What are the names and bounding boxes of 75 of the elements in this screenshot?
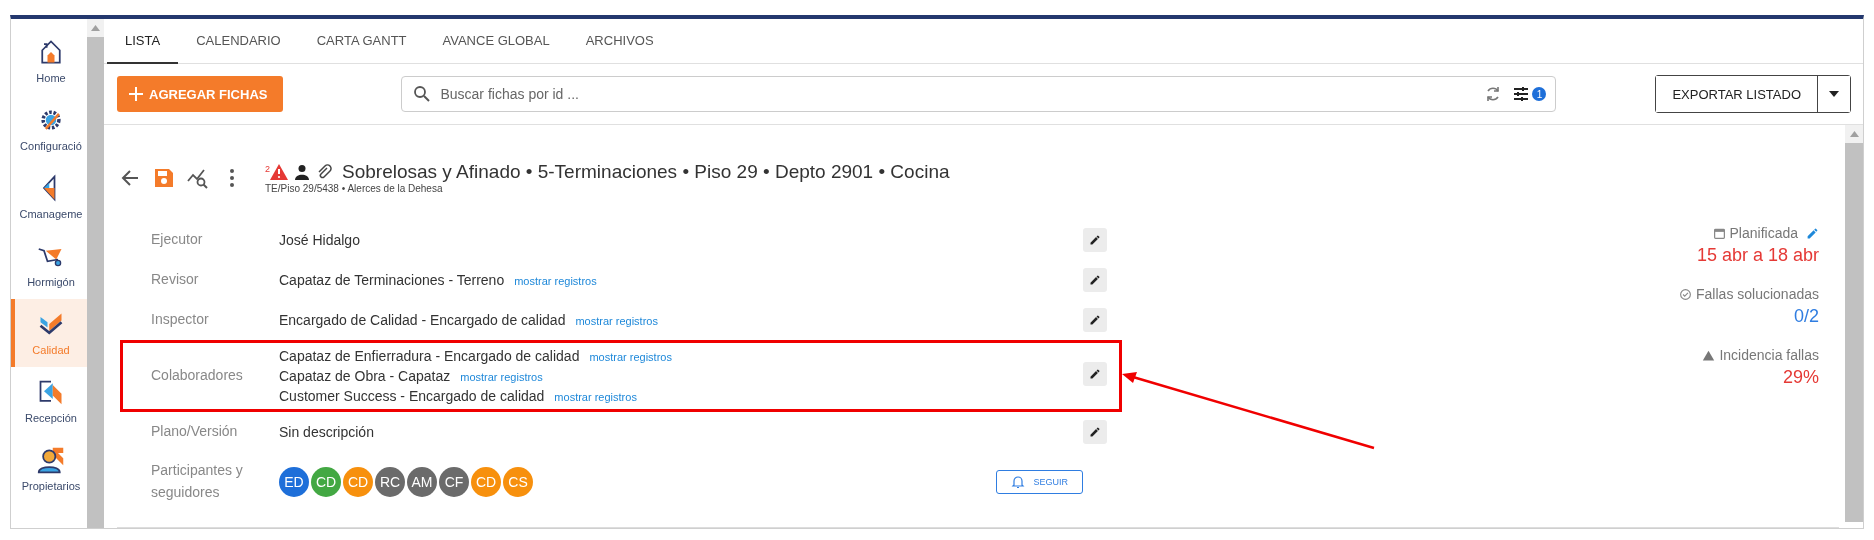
export-button[interactable]: EXPORTAR LISTADO (1656, 76, 1818, 112)
show-records-link[interactable]: mostrar registros (460, 371, 543, 383)
edit-button[interactable] (1083, 362, 1107, 386)
bell-icon (1011, 474, 1026, 489)
person-icon (37, 446, 65, 474)
avatar[interactable]: AM (407, 466, 437, 497)
field-value: Capataz de Enfierradura - Encargado de calidad (279, 348, 580, 364)
field-value: José Hidalgo (279, 232, 360, 248)
field-label: Inspector (151, 310, 210, 330)
show-records-link[interactable]: mostrar registros (514, 275, 597, 287)
scrollbar[interactable] (1845, 125, 1863, 522)
check-circle-icon (1679, 287, 1693, 301)
edit-button[interactable] (1083, 420, 1107, 444)
field-label: Colaboradores (151, 366, 244, 386)
sidebar-item[interactable]: Hormigón (11, 231, 87, 299)
show-records-link[interactable]: mostrar registros (554, 391, 637, 403)
door-arrow-icon (37, 378, 65, 406)
tab[interactable]: ARCHIVOS (567, 19, 672, 64)
save-icon[interactable] (153, 166, 175, 189)
follow-button[interactable]: SEGUIR (996, 469, 1083, 494)
scroll-up-icon (1849, 131, 1859, 137)
calendar-icon (1712, 226, 1726, 240)
show-records-link[interactable]: mostrar registros (589, 351, 672, 363)
warning-icon (270, 164, 288, 180)
field-label: Participantes y seguidores (151, 461, 244, 502)
sidebar-item[interactable]: Configuració (11, 95, 87, 163)
field-value: Capataz de Obra - Capataz (279, 368, 451, 384)
sidebar-item[interactable]: Propietarios (11, 435, 87, 503)
edit-button[interactable] (1083, 308, 1107, 332)
field-value: Customer Success - Encargado de calidad (279, 388, 545, 404)
plus-icon (129, 87, 143, 101)
show-records-link[interactable]: mostrar registros (575, 315, 658, 327)
scroll-up-icon (91, 25, 100, 31)
sidebar-item[interactable]: Cmanageme (11, 163, 87, 231)
field-value: Encargado de Calidad - Encargado de calidad (279, 312, 566, 328)
sidebar-item[interactable]: Home (11, 27, 87, 95)
tab[interactable]: LISTA (107, 19, 179, 64)
record-subtitle: TE/Piso 29/5438 • Alerces de la Dehesa (265, 183, 444, 194)
avatar[interactable]: RC (375, 466, 405, 497)
pencil-icon (1089, 368, 1101, 380)
scrollbar[interactable] (87, 19, 104, 528)
stat-label: Incidencia fallas (1719, 347, 1819, 363)
paperclip-icon (316, 164, 332, 180)
stat-value: 29% (1782, 367, 1819, 388)
stat-label: Fallas solucionadas (1696, 286, 1819, 302)
avatar[interactable]: CD (311, 466, 341, 497)
alert-count: 2 (265, 164, 270, 174)
pencil-icon (1089, 234, 1101, 246)
field-value: Sin descripción (279, 424, 374, 440)
avatar[interactable]: CF (439, 466, 469, 497)
edit-button[interactable] (1083, 228, 1107, 252)
stat-value: 15 abr a 18 abr (1696, 245, 1819, 266)
edit-button[interactable] (1083, 268, 1107, 292)
record-title: Sobrelosas y Afinado • 5-Terminaciones • Piso 29 • Depto 2901 • Cocina (342, 161, 950, 183)
stat-value: 0/2 (1793, 306, 1819, 327)
person-icon (294, 164, 310, 180)
tab[interactable]: AVANCE GLOBAL (424, 19, 568, 64)
field-value: Capataz de Terminaciones - Terreno (279, 272, 505, 288)
pencil-icon (1089, 314, 1101, 326)
search-icon (413, 85, 432, 103)
tab[interactable]: CALENDARIO (178, 19, 299, 64)
field-label: Plano/Versión (151, 422, 239, 442)
pencil-icon (1089, 274, 1101, 286)
tab[interactable]: CARTA GANTT (298, 19, 425, 64)
stat-label: Planificada (1729, 225, 1798, 241)
pencil-icon (1089, 426, 1101, 438)
field-label: Ejecutor (151, 230, 204, 250)
avatar[interactable]: ED (279, 466, 309, 497)
field-label: Revisor (151, 270, 200, 290)
caret-icon (1829, 91, 1839, 97)
sidebar-item[interactable]: Recepción (11, 367, 87, 435)
filter-sliders-icon[interactable] (1512, 85, 1531, 103)
add-button[interactable]: AGREGAR FICHAS (117, 76, 284, 112)
edit-pencil-icon (1806, 226, 1819, 240)
warning-icon (1702, 348, 1716, 362)
